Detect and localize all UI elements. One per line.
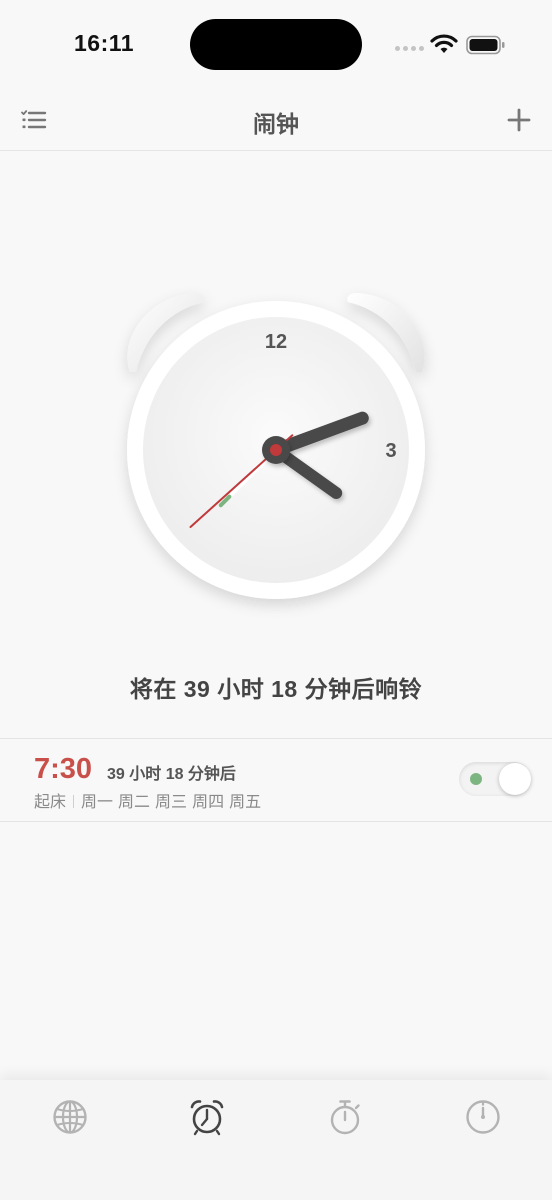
wifi-icon: [430, 34, 458, 53]
countdown-text: 将在 39 小时 18 分钟后响铃: [129, 676, 423, 702]
battery-icon: [466, 35, 505, 55]
dynamic-island: [190, 19, 362, 70]
timer-icon[interactable]: [464, 1098, 502, 1136]
numeral-3: 3: [385, 440, 396, 462]
alarm-details: 起床 周一 周二 周三 周四 周五: [34, 788, 266, 812]
toggle-knob[interactable]: [499, 763, 531, 795]
alarm-row[interactable]: 7:30 39 小时 18 分钟后 起床 周一 周二 周三 周四 周五: [0, 738, 552, 822]
alarm-label: 起床: [34, 794, 67, 811]
alarm-toggle[interactable]: [459, 762, 531, 796]
alarm-day: 周二: [118, 794, 151, 811]
alarm-day: 周四: [192, 794, 225, 811]
alarm-day: 周一: [81, 794, 114, 811]
status-bar: 16:11: [0, 0, 552, 90]
clock-center-dot: [270, 444, 282, 456]
plus-icon[interactable]: [503, 104, 535, 136]
page-title: 闹钟: [253, 111, 299, 137]
alarm-screen: 16:11 闹钟 12 3 将在 39 小时 18 分钟后响铃 7:30 39 …: [0, 0, 552, 1200]
alarm-day: 周五: [229, 794, 262, 811]
separator: [73, 795, 75, 808]
alarm-day: 周三: [155, 794, 188, 811]
nav-bar: 闹钟: [0, 90, 552, 151]
stopwatch-icon[interactable]: [326, 1098, 364, 1136]
alarm-clock-icon[interactable]: [188, 1098, 226, 1136]
alarm-time: 7:30: [34, 753, 93, 785]
cellular-signal-icon: [395, 46, 425, 54]
numeral-12: 12: [265, 331, 287, 353]
tab-bar: [0, 1080, 552, 1200]
alarm-remaining: 39 小时 18 分钟后: [107, 766, 236, 783]
toggle-indicator-dot: [470, 773, 482, 785]
status-time: 16:11: [74, 30, 135, 56]
globe-icon[interactable]: [51, 1098, 89, 1136]
analog-clock: 12 3: [127, 293, 425, 599]
